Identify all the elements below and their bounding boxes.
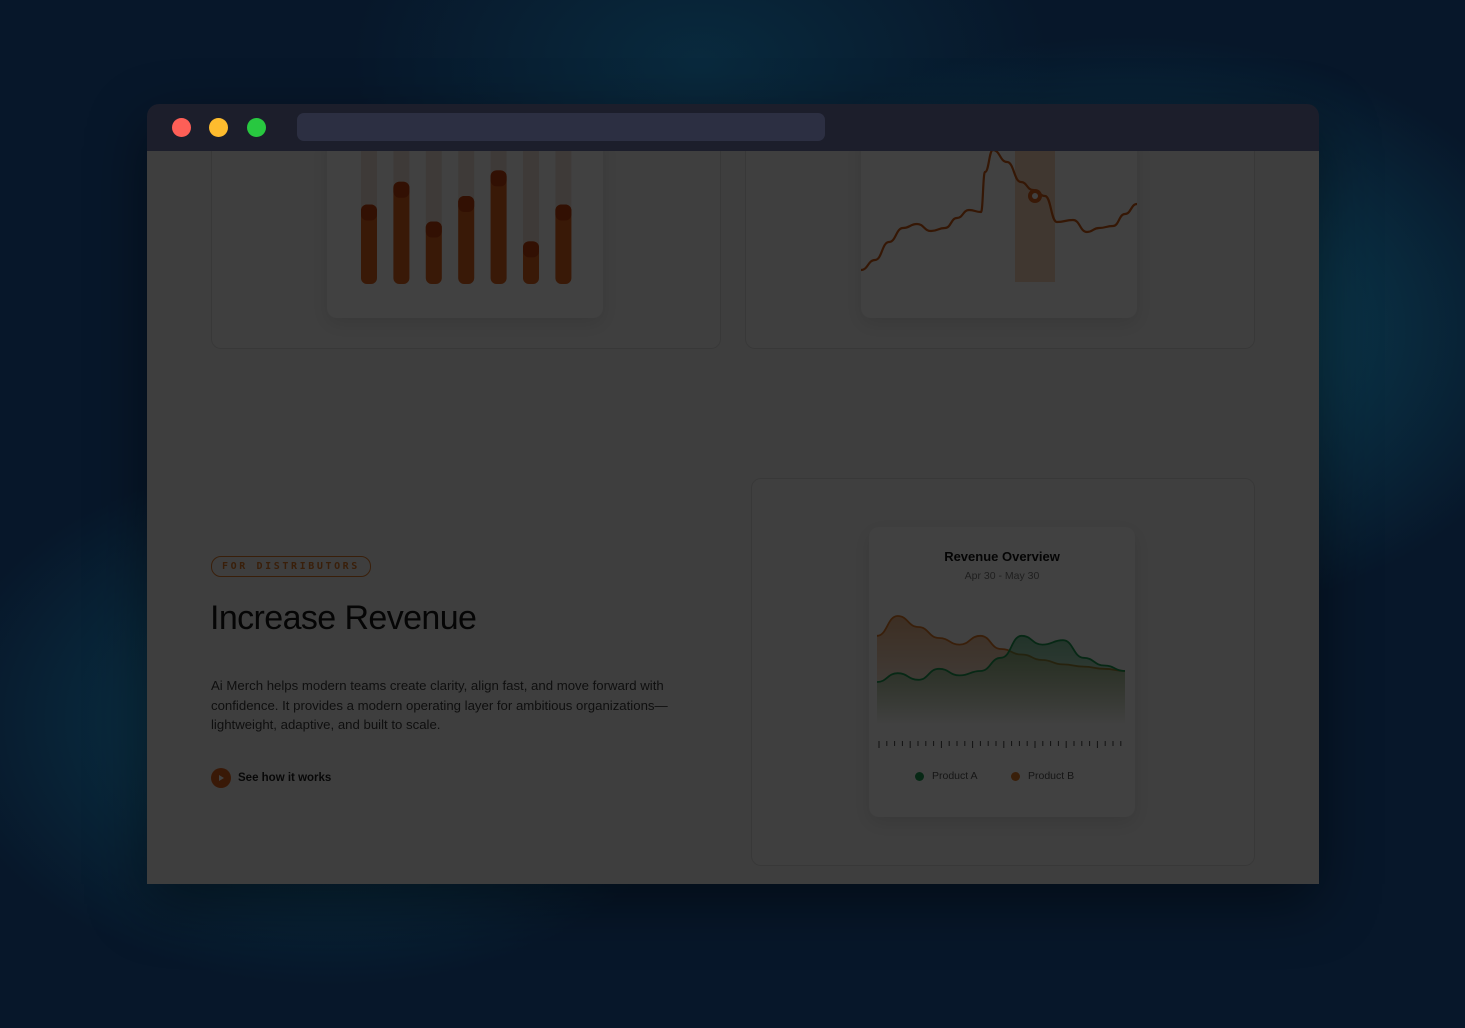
legend-label-product-b: Product B xyxy=(1028,770,1075,782)
bar-cap xyxy=(490,170,507,187)
minimize-window-button[interactable] xyxy=(209,118,228,137)
legend-swatch-product-a xyxy=(915,771,924,781)
bar-cap xyxy=(555,204,572,221)
bar-cap xyxy=(361,204,377,221)
maximize-window-button[interactable] xyxy=(247,118,266,137)
feature-title: Increase Revenue xyxy=(210,599,477,637)
bar-cap xyxy=(523,241,539,258)
bar xyxy=(490,170,507,284)
play-icon xyxy=(211,768,231,788)
bar-chart xyxy=(361,151,572,284)
chart-date-range: Apr 30 - May 30 xyxy=(964,570,1040,582)
chart-title: Revenue Overview xyxy=(944,549,1060,564)
bar-cap xyxy=(425,221,442,238)
bar-cap xyxy=(458,195,475,212)
line-chart-card xyxy=(861,151,1137,318)
line-chart-panel xyxy=(745,151,1255,349)
line-chart xyxy=(861,151,1137,282)
audience-tag: FOR DISTRIBUTORS xyxy=(211,556,371,577)
window-titlebar xyxy=(147,104,1319,152)
revenue-overview-card: Revenue Overview Apr 30 - May 30 Product… xyxy=(869,527,1135,817)
close-window-button[interactable] xyxy=(172,118,191,137)
legend-product-a: Product A xyxy=(915,770,978,782)
revenue-line xyxy=(861,151,1137,272)
legend-swatch-product-b xyxy=(1011,771,1020,781)
highlight-point-center xyxy=(1032,193,1038,199)
address-bar[interactable] xyxy=(297,113,825,141)
page-viewport: FOR DISTRIBUTORS Increase Revenue Ai Mer… xyxy=(147,151,1319,884)
revenue-panel: Revenue Overview Apr 30 - May 30 Product… xyxy=(751,478,1255,866)
bar-chart-card xyxy=(327,151,603,318)
bar-chart-panel xyxy=(211,151,721,349)
browser-window: FOR DISTRIBUTORS Increase Revenue Ai Mer… xyxy=(147,104,1319,884)
revenue-area-chart xyxy=(876,615,1126,748)
legend-label-product-a: Product A xyxy=(932,770,978,782)
legend-product-b: Product B xyxy=(1011,770,1074,782)
cta-label: See how it works xyxy=(238,772,332,784)
highlight-column xyxy=(1015,151,1055,282)
see-how-it-works-link[interactable]: See how it works xyxy=(211,767,331,789)
bar-cap xyxy=(393,181,410,198)
feature-description: Ai Merch helps modern teams create clari… xyxy=(211,678,668,733)
